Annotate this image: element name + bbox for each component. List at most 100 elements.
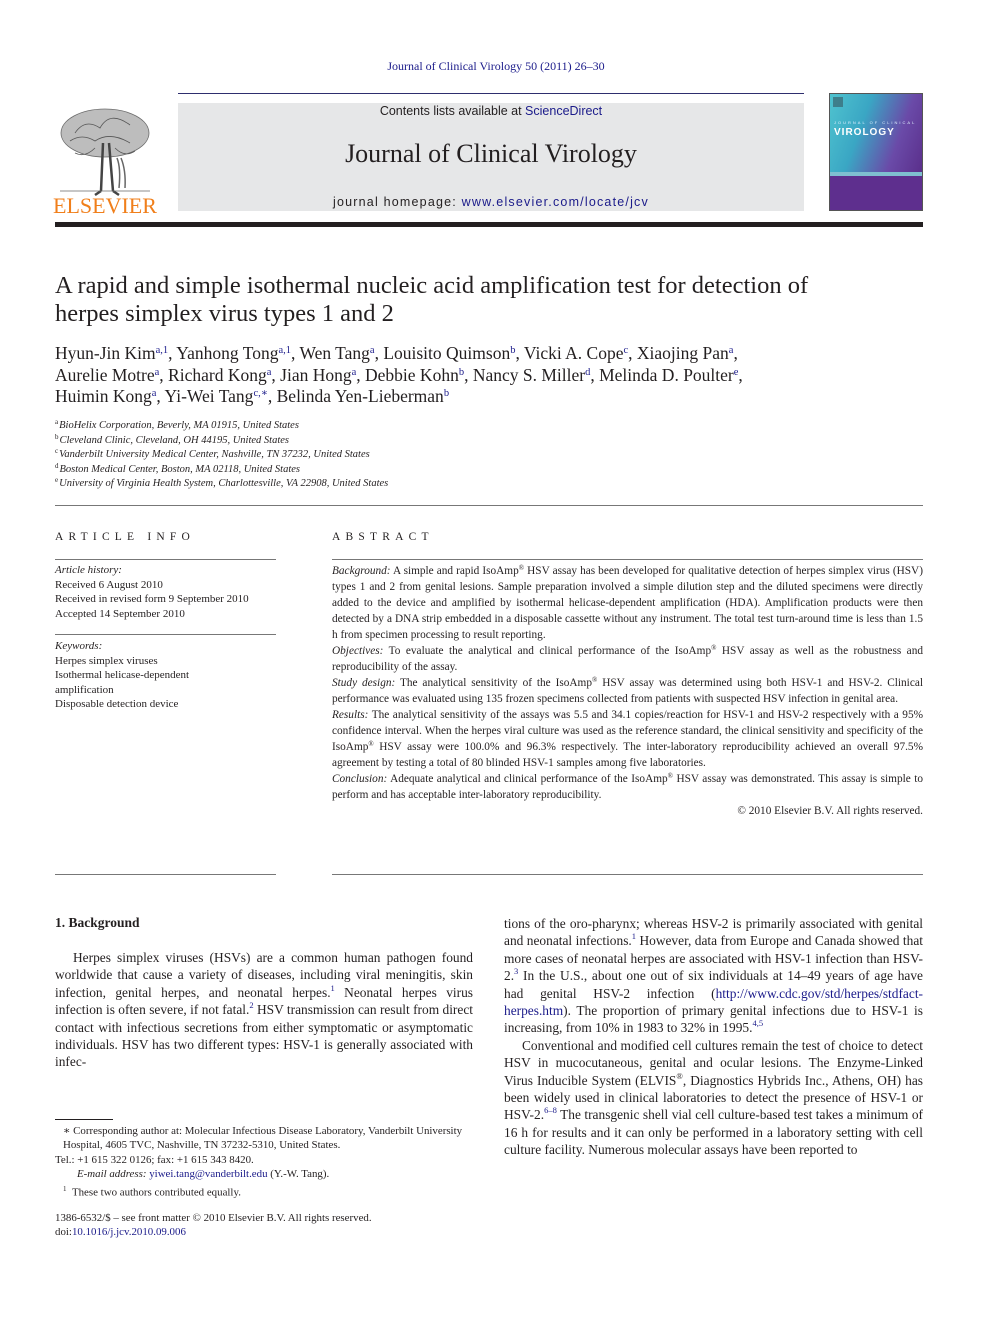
footnote-rule <box>55 1119 113 1120</box>
author[interactable]: Richard Kong <box>168 365 267 385</box>
affiliation-marker[interactable]: c,∗ <box>253 388 267 399</box>
citation-link[interactable]: 4,5 <box>752 1018 763 1028</box>
author[interactable]: Aurelie Motre <box>55 365 155 385</box>
top-rule <box>178 93 804 94</box>
issn-line: 1386-6532/$ – see front matter © 2010 El… <box>55 1212 372 1224</box>
body-paragraph: tions of the oro-pharynx; whereas HSV-2 … <box>504 915 923 1037</box>
article-history: Article history: Received 6 August 2010 … <box>55 563 280 621</box>
history-label: Article history: <box>55 564 122 576</box>
author[interactable]: Yanhong Tong <box>176 343 278 363</box>
doi-link[interactable]: 10.1016/j.jcv.2010.09.006 <box>72 1226 186 1238</box>
history-item: Received in revised form 9 September 201… <box>55 593 249 605</box>
abstract-divider <box>332 559 923 560</box>
separator: , <box>356 364 366 385</box>
affiliations: aBioHelix Corporation, Beverly, MA 01915… <box>55 419 555 492</box>
cover-footer <box>830 176 922 210</box>
affiliation-key: c <box>55 447 59 455</box>
article-info-heading: ARTICLE INFO <box>55 531 195 543</box>
label: Conclusion: <box>332 773 388 785</box>
body-paragraph: Herpes simplex viruses (HSVs) are a comm… <box>55 949 473 1071</box>
sciencedirect-link[interactable]: ScienceDirect <box>525 104 602 118</box>
contents-prefix: Contents lists available at <box>379 104 526 118</box>
title-line-1: A rapid and simple isothermal nucleic ac… <box>55 272 809 299</box>
issn-block: 1386-6532/$ – see front matter © 2010 El… <box>55 1211 485 1240</box>
affiliation-key: b <box>55 432 59 441</box>
author[interactable]: Yi-Wei Tang <box>165 386 254 406</box>
journal-citation-link[interactable]: Journal of Clinical Virology 50 (2011) 2… <box>387 59 604 73</box>
footnotes: ∗ Corresponding author at: Molecular Inf… <box>55 1124 475 1200</box>
affiliation-key: a <box>55 418 59 426</box>
text: HSV assay were 100.0% and 96.3% respecti… <box>332 741 923 769</box>
author[interactable]: Hyun-Jin Kim <box>55 343 156 363</box>
body-column-left: 1. Background Herpes simplex viruses (HS… <box>55 915 473 1071</box>
author[interactable]: Debbie Kohn <box>365 365 459 385</box>
title-line-2: herpes simplex virus types 1 and 2 <box>55 300 394 327</box>
author[interactable]: Vicki A. Cope <box>524 343 624 363</box>
affiliation-key: e <box>55 476 59 484</box>
cover-elsevier-icon <box>833 97 843 107</box>
text: A simple and rapid IsoAmp <box>390 565 519 577</box>
affiliation: dBoston Medical Center, Boston, MA 02118… <box>55 462 555 478</box>
label: Results: <box>332 709 369 721</box>
history-item: Received 6 August 2010 <box>55 578 163 591</box>
abstract-copyright: © 2010 Elsevier B.V. All rights reserved… <box>737 805 923 817</box>
affiliation-text: Cleveland Clinic, Cleveland, OH 44195, U… <box>59 434 290 446</box>
author[interactable]: Nancy S. Miller <box>473 365 585 385</box>
separator: , <box>267 386 277 406</box>
text: The transgenic shell vial cell culture-b… <box>504 1107 923 1158</box>
keyword: amplification <box>55 683 114 696</box>
email-label: E-mail address: <box>77 1168 147 1181</box>
email-note: E-mail address: yiwei.tang@vanderbilt.ed… <box>55 1167 475 1181</box>
separator: , <box>590 364 600 385</box>
separator: , <box>733 343 738 363</box>
affiliation: bCleveland Clinic, Cleveland, OH 44195, … <box>55 432 555 449</box>
separator: , <box>159 364 169 385</box>
author[interactable]: Belinda Yen-Lieberman <box>277 386 444 406</box>
affiliation-text: University of Virginia Health System, Ch… <box>59 478 389 489</box>
cover-title-pre: JOURNAL OF CLINICAL <box>834 120 917 125</box>
homepage-link[interactable]: www.elsevier.com/locate/jcv <box>462 195 649 209</box>
abstract-body: Background: A simple and rapid IsoAmp® H… <box>332 563 923 819</box>
text: Adequate analytical and clinical perform… <box>387 773 668 785</box>
keyword: Herpes simplex viruses <box>55 654 158 667</box>
abstract-background: Background: A simple and rapid IsoAmp® H… <box>332 563 923 643</box>
author[interactable]: Jian Hong <box>280 365 351 385</box>
author[interactable]: Louisito Quimson <box>383 343 510 363</box>
text: ). The proportion of primary genital inf… <box>504 1003 923 1036</box>
email-suffix: (Y.-W. Tang). <box>267 1168 330 1181</box>
separator: , <box>628 343 637 363</box>
label: Background: <box>332 565 391 577</box>
contact-phone: Tel.: +1 615 322 0126; fax: +1 615 343 8… <box>55 1153 254 1166</box>
article-title: A rapid and simple isothermal nucleic ac… <box>55 272 925 328</box>
citation-link[interactable]: 6–8 <box>544 1105 557 1115</box>
email-link[interactable]: yiwei.tang@vanderbilt.edu <box>149 1168 267 1180</box>
author[interactable]: Xiaojing Pan <box>637 343 729 363</box>
text: These two authors contributed equally. <box>71 1186 241 1199</box>
body-column-right: tions of the oro-pharynx; whereas HSV-2 … <box>504 915 923 1159</box>
author-list: Hyun-Jin Kima,1, Yanhong Tonga,1, Wen Ta… <box>55 343 925 408</box>
elsevier-wordmark[interactable]: ELSEVIER <box>53 193 157 219</box>
keywords-label: Keywords: <box>55 640 103 652</box>
author[interactable]: Huimin Kong <box>55 386 152 406</box>
cover-title: VIROLOGY <box>834 127 895 138</box>
separator: , <box>464 364 473 385</box>
keyword: Isothermal helicase-dependent <box>55 669 190 681</box>
journal-cover-image[interactable]: JOURNAL OF CLINICAL VIROLOGY <box>829 93 923 211</box>
abstract-results: Results: The analytical sensitivity of t… <box>332 707 923 771</box>
homepage-prefix: journal homepage: <box>333 195 462 209</box>
separator: , <box>515 343 524 363</box>
label: Objectives: <box>332 645 384 657</box>
info-divider <box>55 559 276 560</box>
body-paragraph: Conventional and modified cell cultures … <box>504 1037 923 1159</box>
homepage-line: journal homepage: www.elsevier.com/locat… <box>178 195 804 209</box>
header-divider <box>55 222 923 227</box>
text: To evaluate the analytical and clinical … <box>383 645 712 657</box>
abstract-objectives: Objectives: To evaluate the analytical a… <box>332 643 923 675</box>
affiliation-marker[interactable]: a,1 <box>278 345 291 356</box>
affiliation-marker[interactable]: b <box>444 388 449 399</box>
author[interactable]: Melinda D. Poulter <box>599 365 734 385</box>
author[interactable]: Wen Tang <box>299 343 369 363</box>
footnote-marker: 1 <box>63 1184 67 1193</box>
affiliation-marker[interactable]: a,1 <box>156 345 169 356</box>
journal-title: Journal of Clinical Virology <box>345 139 637 168</box>
